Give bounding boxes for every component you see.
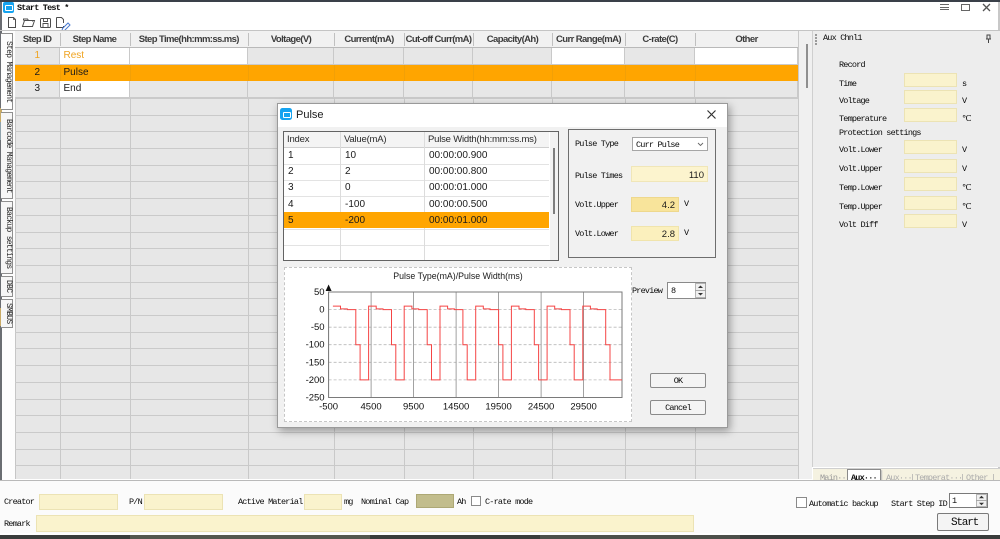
svg-text:9500: 9500 (403, 402, 424, 413)
svg-text:-100: -100 (306, 340, 325, 351)
svg-text:0: 0 (319, 305, 324, 316)
svg-text:-50: -50 (311, 322, 325, 333)
svg-text:19500: 19500 (485, 402, 511, 413)
svg-text:-150: -150 (306, 357, 325, 368)
svg-text:29500: 29500 (570, 402, 596, 413)
svg-text:4500: 4500 (361, 402, 382, 413)
svg-text:50: 50 (314, 287, 325, 298)
svg-text:14500: 14500 (443, 402, 469, 413)
svg-text:24500: 24500 (528, 402, 554, 413)
svg-text:-500: -500 (319, 402, 338, 413)
svg-text:-200: -200 (306, 375, 325, 386)
